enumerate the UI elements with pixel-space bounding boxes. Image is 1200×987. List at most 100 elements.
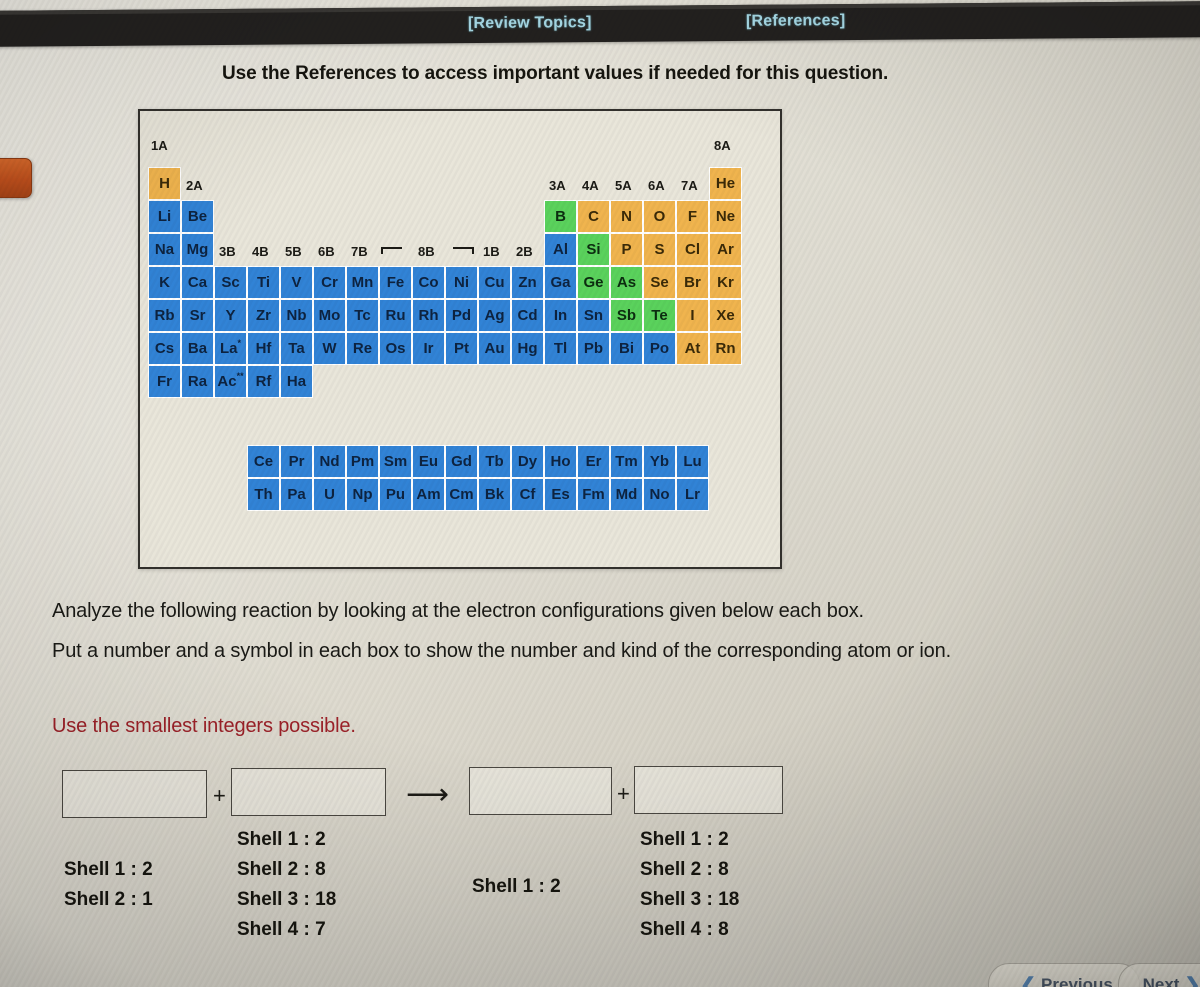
element-cell-zr: Zr [247, 299, 280, 332]
element-cell-n: N [610, 200, 643, 233]
element-cell-u: U [313, 478, 346, 511]
left-edge-orange-tab[interactable] [0, 158, 32, 198]
reactant-2-input[interactable] [231, 768, 386, 816]
element-cell-s: S [643, 233, 676, 266]
shell-line: Shell 3 : 18 [640, 889, 740, 910]
element-cell-kr: Kr [709, 266, 742, 299]
group-8b-bracket-right [453, 247, 474, 254]
question-line-2: Put a number and a symbol in each box to… [52, 640, 952, 662]
element-cell-zn: Zn [511, 266, 544, 299]
element-cell-pa: Pa [280, 478, 313, 511]
element-cell-ga: Ga [544, 266, 577, 299]
element-cell-li: Li [148, 200, 181, 233]
element-cell-al: Al [544, 233, 577, 266]
group-label-7a: 7A [681, 178, 698, 193]
element-cell-ne: Ne [709, 200, 742, 233]
element-cell-np: Np [346, 478, 379, 511]
element-cell-tl: Tl [544, 332, 577, 365]
element-cell-hf: Hf [247, 332, 280, 365]
element-cell-ti: Ti [247, 266, 280, 299]
element-cell-rh: Rh [412, 299, 445, 332]
element-cell-mg: Mg [181, 233, 214, 266]
element-cell-cm: Cm [445, 478, 478, 511]
element-cell-na: Na [148, 233, 181, 266]
group-label-8b: 8B [418, 244, 435, 259]
element-cell-sc: Sc [214, 266, 247, 299]
chevron-right-icon: ❯ [1184, 974, 1200, 987]
next-button[interactable]: Next ❯ [1118, 963, 1200, 987]
element-cell-am: Am [412, 478, 445, 511]
element-cell-sn: Sn [577, 299, 610, 332]
group-label-4a: 4A [582, 178, 599, 193]
group-label-6b: 6B [318, 244, 335, 259]
element-cell-eu: Eu [412, 445, 445, 478]
shell-line: Shell 2 : 8 [237, 859, 326, 880]
element-cell-pr: Pr [280, 445, 313, 478]
element-cell-cf: Cf [511, 478, 544, 511]
shell-line: Shell 2 : 8 [640, 859, 729, 880]
element-cell-ca: Ca [181, 266, 214, 299]
reactant-1-input[interactable] [62, 770, 207, 818]
shell-line: Shell 4 : 7 [237, 919, 326, 940]
shell-line: Shell 1 : 2 [472, 876, 561, 897]
element-cell-tb: Tb [478, 445, 511, 478]
group-8b-bracket-left [381, 247, 402, 254]
element-cell-xe: Xe [709, 299, 742, 332]
element-cell-er: Er [577, 445, 610, 478]
element-cell-in: In [544, 299, 577, 332]
shell-line: Shell 1 : 2 [237, 829, 326, 850]
element-cell-gd: Gd [445, 445, 478, 478]
element-cell-sr: Sr [181, 299, 214, 332]
element-cell-o: O [643, 200, 676, 233]
element-cell-cu: Cu [478, 266, 511, 299]
element-cell-po: Po [643, 332, 676, 365]
element-cell-te: Te [643, 299, 676, 332]
element-cell-lr: Lr [676, 478, 709, 511]
element-cell-y: Y [214, 299, 247, 332]
element-cell-th: Th [247, 478, 280, 511]
plus-sign-1: + [213, 783, 226, 808]
element-cell-b: B [544, 200, 577, 233]
reactant-2-shell-config: Shell 1 : 2 Shell 2 : 8 Shell 3 : 18 Shell … [237, 825, 336, 945]
next-button-label: Next [1142, 975, 1180, 987]
element-cell-ta: Ta [280, 332, 313, 365]
question-line-1: Analyze the following reaction by lookin… [52, 600, 864, 622]
element-cell-ac: Ac ** [214, 365, 247, 398]
question-page: [Review Topics] [References] Use the Ref… [0, 0, 1200, 987]
element-cell-bk: Bk [478, 478, 511, 511]
element-cell-p: P [610, 233, 643, 266]
element-cell-ha: Ha [280, 365, 313, 398]
product-1-input[interactable] [469, 767, 612, 815]
element-cell-ba: Ba [181, 332, 214, 365]
shell-line: Shell 2 : 1 [64, 889, 153, 910]
element-cell-ir: Ir [412, 332, 445, 365]
previous-button-label: Previous [1041, 975, 1113, 987]
shell-line: Shell 3 : 18 [237, 889, 337, 910]
element-cell-es: Es [544, 478, 577, 511]
element-cell-md: Md [610, 478, 643, 511]
element-cell-pb: Pb [577, 332, 610, 365]
element-cell-la: La * [214, 332, 247, 365]
element-cell-mn: Mn [346, 266, 379, 299]
element-cell-be: Be [181, 200, 214, 233]
references-link[interactable]: [References] [746, 12, 845, 31]
element-cell-se: Se [643, 266, 676, 299]
product-2-input[interactable] [634, 766, 783, 814]
shell-line: Shell 1 : 2 [640, 829, 729, 850]
element-cell-ru: Ru [379, 299, 412, 332]
element-cell-pd: Pd [445, 299, 478, 332]
element-cell-v: V [280, 266, 313, 299]
element-cell-hg: Hg [511, 332, 544, 365]
element-cell-ag: Ag [478, 299, 511, 332]
element-cell-mo: Mo [313, 299, 346, 332]
element-cell-sm: Sm [379, 445, 412, 478]
review-topics-link[interactable]: [Review Topics] [468, 14, 592, 33]
element-cell-cd: Cd [511, 299, 544, 332]
element-cell-ar: Ar [709, 233, 742, 266]
element-cell-w: W [313, 332, 346, 365]
element-cell-f: F [676, 200, 709, 233]
question-line-3-smallest-integers: Use the smallest integers possible. [52, 715, 356, 737]
element-cell-fm: Fm [577, 478, 610, 511]
element-cell-ni: Ni [445, 266, 478, 299]
element-cell-nb: Nb [280, 299, 313, 332]
